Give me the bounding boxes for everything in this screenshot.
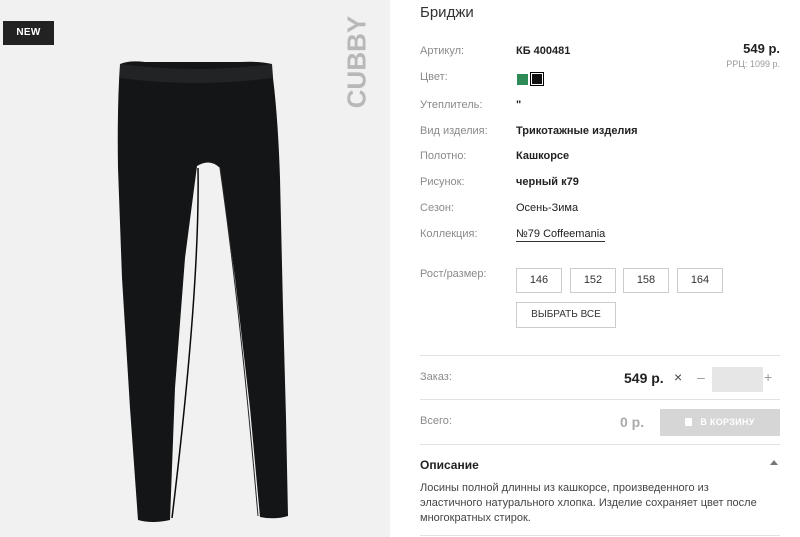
- attr-fabric: Полотно: Кашкорсе: [420, 150, 780, 166]
- attr-label: Сезон:: [420, 202, 454, 214]
- size-option[interactable]: 164: [677, 268, 723, 293]
- size-option[interactable]: 146: [516, 268, 562, 293]
- attr-season: Сезон: Осень-Зима: [420, 202, 780, 218]
- bag-icon: [685, 418, 693, 426]
- attr-product-type: Вид изделия: Трикотажные изделия: [420, 125, 780, 141]
- cart-button-label: В КОРЗИНУ: [700, 417, 755, 427]
- attr-color: Цвет:: [420, 71, 780, 87]
- brand-logo: CUBBY: [338, 16, 376, 108]
- attr-insulation: Утеплитель: ": [420, 99, 780, 115]
- attr-label: Вид изделия:: [420, 125, 488, 137]
- description-title[interactable]: Описание: [420, 458, 479, 472]
- total-label: Всего:: [420, 415, 452, 427]
- attr-label: Утеплитель:: [420, 99, 483, 111]
- attr-value: Трикотажные изделия: [516, 125, 638, 137]
- attr-label: Рисунок:: [420, 176, 465, 188]
- attr-label: Цвет:: [420, 71, 448, 83]
- attr-value: Кашкорсе: [516, 150, 570, 162]
- order-label: Заказ:: [420, 371, 452, 383]
- attr-value: ": [516, 99, 522, 111]
- increment-button[interactable]: +: [764, 369, 772, 385]
- divider: [420, 535, 780, 536]
- product-info: Бриджи 549 р. РРЦ: 1099 р. Артикул: КБ 4…: [420, 0, 780, 537]
- attr-label: Полотно:: [420, 150, 467, 162]
- total-value: 0 р.: [620, 414, 645, 430]
- pants-photo: [117, 61, 288, 522]
- quantity-input[interactable]: [712, 367, 763, 392]
- size-label: Рост/размер:: [420, 268, 487, 280]
- collapse-caret-icon[interactable]: [770, 460, 778, 465]
- product-title: Бриджи: [420, 4, 474, 21]
- select-all-button[interactable]: ВЫБРАТЬ ВСЕ: [516, 302, 616, 328]
- color-swatch-green[interactable]: [517, 74, 528, 85]
- color-swatch-black[interactable]: [530, 72, 544, 86]
- decrement-button[interactable]: –: [697, 369, 705, 385]
- order-price: 549 р.: [624, 370, 664, 386]
- size-option[interactable]: 158: [623, 268, 669, 293]
- divider: [420, 444, 780, 445]
- attr-value: черный к79: [516, 176, 579, 188]
- brand-name: CUBBY: [341, 15, 372, 109]
- new-badge: NEW: [3, 21, 54, 45]
- attr-value: КБ 400481: [516, 45, 571, 57]
- attr-article: Артикул: КБ 400481: [420, 45, 780, 61]
- size-option[interactable]: 152: [570, 268, 616, 293]
- add-to-cart-button[interactable]: В КОРЗИНУ: [660, 409, 780, 436]
- attr-label: Артикул:: [420, 45, 465, 57]
- divider: [420, 399, 780, 400]
- attr-label: Коллекция:: [420, 228, 478, 240]
- attr-collection: Коллекция: №79 Coffeemania: [420, 228, 780, 244]
- attr-value: Осень-Зима: [516, 202, 579, 214]
- description-text: Лосины полной длинны из кашкорсе, произв…: [420, 482, 757, 524]
- product-image[interactable]: NEW CUBBY: [0, 0, 390, 537]
- times-sign: ×: [674, 369, 683, 385]
- attr-pattern: Рисунок: черный к79: [420, 176, 780, 192]
- collection-link[interactable]: №79 Coffeemania: [516, 228, 606, 242]
- divider: [420, 355, 780, 356]
